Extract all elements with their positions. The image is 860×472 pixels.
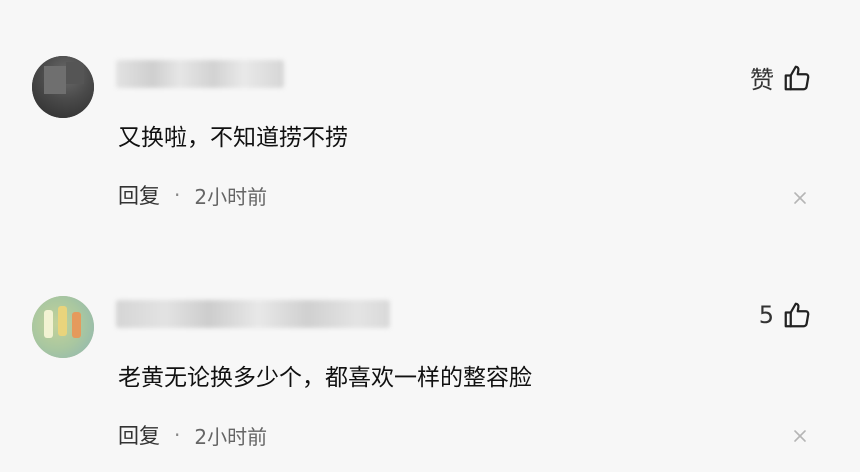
avatar-pixel-block	[44, 66, 66, 94]
separator-dot: ·	[174, 183, 181, 207]
avatar[interactable]	[32, 56, 94, 118]
timestamp: 2小时前	[194, 184, 268, 209]
comment-item: 赞 又换啦，不知道捞不捞 回复 · 2小时前	[0, 0, 860, 236]
avatar-pixel-block	[58, 306, 67, 336]
reply-button[interactable]: 回复	[118, 420, 160, 450]
username-blurred[interactable]	[116, 300, 390, 328]
comment-meta: 回复 · 2小时前	[118, 180, 267, 210]
reply-button[interactable]: 回复	[118, 180, 160, 210]
comment-meta: 回复 · 2小时前	[118, 420, 267, 450]
close-icon[interactable]	[792, 428, 808, 444]
close-icon[interactable]	[792, 190, 808, 206]
comment-text: 又换啦，不知道捞不捞	[118, 125, 348, 151]
thumbs-up-icon[interactable]	[782, 63, 812, 93]
timestamp: 2小时前	[194, 424, 268, 449]
separator-dot: ·	[174, 423, 181, 447]
like-count: 赞	[750, 66, 774, 94]
avatar-pixel-block	[72, 312, 81, 338]
like-count: 5	[758, 301, 774, 329]
avatar-pixel-block	[66, 62, 84, 84]
avatar-pixel-block	[44, 310, 53, 338]
like-button[interactable]: 赞	[750, 60, 812, 95]
username-blurred[interactable]	[116, 60, 284, 88]
avatar[interactable]	[32, 296, 94, 358]
thumbs-up-icon[interactable]	[782, 300, 812, 330]
comment-item: 5 老黄无论换多少个，都喜欢一样的整容脸 回复 · 2小时前	[0, 236, 860, 472]
comment-text: 老黄无论换多少个，都喜欢一样的整容脸	[118, 365, 532, 391]
like-button[interactable]: 5	[759, 300, 812, 330]
